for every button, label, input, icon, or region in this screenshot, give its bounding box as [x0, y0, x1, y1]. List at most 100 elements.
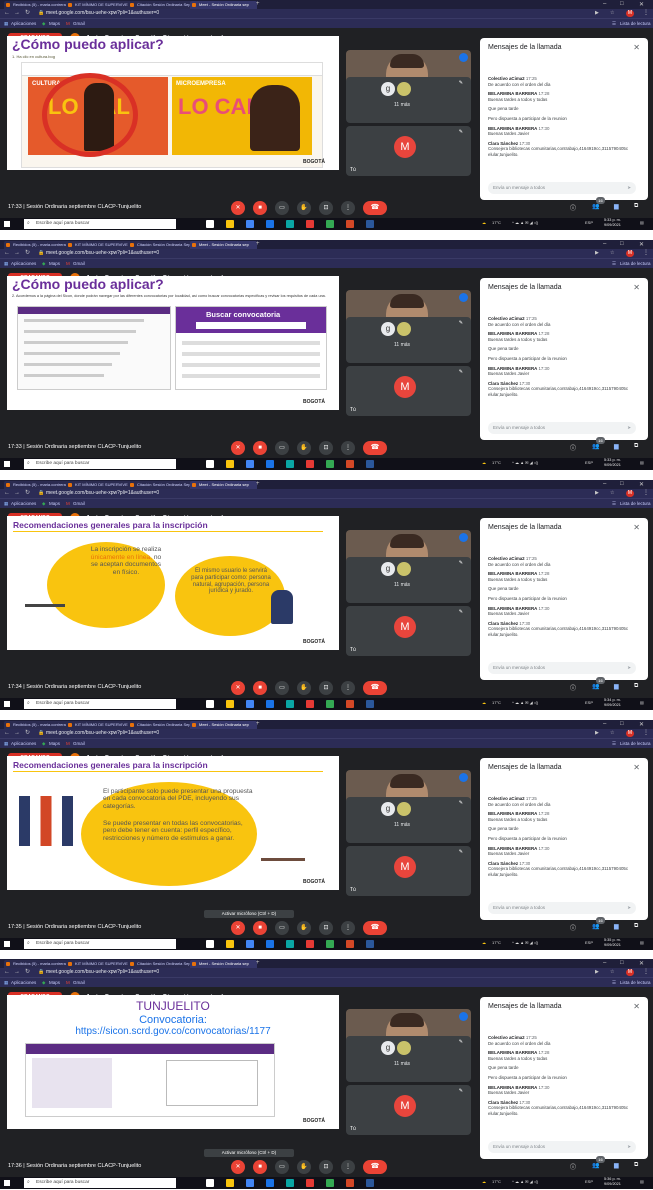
chrome-icon[interactable] — [326, 700, 334, 708]
taskbar-search[interactable]: ⌕ Escribe aquí para buscar — [24, 459, 176, 469]
send-icon[interactable]: ➤ — [627, 422, 631, 434]
mic-off-button[interactable]: ✕ — [231, 921, 245, 935]
more-options-button[interactable]: ⋮ — [341, 1160, 355, 1174]
store-icon[interactable] — [246, 940, 254, 948]
present-button[interactable]: ⊡ — [319, 201, 333, 215]
browser-tab[interactable]: Recibidos (5) - maria.contreras@ — [4, 481, 71, 489]
chat-icon[interactable]: ▆ — [614, 1162, 619, 1169]
powerpoint-icon[interactable] — [346, 940, 354, 948]
people-icon[interactable]: 👥 — [592, 203, 599, 210]
hangup-button[interactable]: ☎ — [363, 1160, 387, 1174]
bookmark-aplicaciones[interactable]: Aplicaciones — [11, 740, 36, 747]
participant-tile-self[interactable]: M Tú ✎ — [346, 846, 471, 896]
chat-icon[interactable]: ▆ — [614, 683, 619, 690]
maps-icon[interactable]: ◆ — [42, 20, 45, 27]
info-icon[interactable]: ⓘ — [570, 203, 576, 212]
bookmark-aplicaciones[interactable]: Aplicaciones — [11, 20, 36, 27]
chat-icon[interactable]: ▆ — [614, 443, 619, 450]
gmail-icon[interactable]: M — [66, 500, 70, 507]
participant-tile-self[interactable]: M Tú ✎ — [346, 606, 471, 656]
maximize-icon[interactable]: □ — [620, 481, 624, 487]
send-icon[interactable]: ➤ — [627, 182, 631, 194]
browser-tab[interactable]: Meet - Sesión Ordinaria sep — [190, 241, 257, 249]
raise-hand-button[interactable]: ✋ — [297, 201, 311, 215]
camera-off-button[interactable]: ■ — [253, 1160, 267, 1174]
notifications-icon[interactable]: ▤ — [640, 940, 644, 945]
browser-tab[interactable]: KIT MÍNIMO DE SUPERVIVENCIA — [66, 721, 133, 729]
camera-off-button[interactable]: ■ — [253, 921, 267, 935]
close-window-icon[interactable]: ✕ — [639, 1, 644, 8]
url-text[interactable]: meet.google.com/bsu-uehe-xpw?pli=1&authu… — [46, 250, 159, 257]
profile-avatar[interactable]: M — [626, 730, 634, 737]
more-options-button[interactable]: ⋮ — [341, 201, 355, 215]
close-chat-icon[interactable]: ✕ — [633, 283, 640, 292]
camera-off-button[interactable]: ■ — [253, 681, 267, 695]
profile-avatar[interactable]: M — [626, 10, 634, 17]
file-explorer-icon[interactable] — [226, 220, 234, 228]
start-icon[interactable] — [4, 1180, 10, 1186]
star-icon[interactable]: ☆ — [610, 729, 614, 738]
new-tab-icon[interactable]: + — [256, 721, 260, 727]
camera-icon[interactable]: ▶ — [595, 249, 599, 258]
activities-icon[interactable]: ⧉ — [634, 923, 638, 930]
info-icon[interactable]: ⓘ — [570, 443, 576, 452]
photos-icon[interactable] — [306, 700, 314, 708]
file-explorer-icon[interactable] — [226, 700, 234, 708]
task-view-icon[interactable] — [206, 460, 214, 468]
browser-tab[interactable]: Citación Sesión Ordinaria Septiem — [128, 721, 195, 729]
store-icon[interactable] — [246, 460, 254, 468]
reading-list-icon[interactable]: ☰ — [612, 740, 616, 747]
url-text[interactable]: meet.google.com/bsu-uehe-xpw?pli=1&authu… — [46, 490, 159, 497]
url-text[interactable]: meet.google.com/bsu-uehe-xpw?pli=1&authu… — [46, 730, 159, 737]
reading-list-link[interactable]: Lista de lectura — [620, 740, 651, 747]
maximize-icon[interactable]: □ — [620, 960, 624, 966]
menu-dots-icon[interactable]: ⋮ — [643, 9, 649, 18]
participant-tile-group[interactable]: g 11 más ✎ — [346, 557, 471, 603]
browser-tab[interactable]: KIT MÍNIMO DE SUPERVIVENCIA — [66, 241, 133, 249]
bookmark-gmail[interactable]: Gmail — [73, 740, 85, 747]
menu-dots-icon[interactable]: ⋮ — [643, 249, 649, 258]
chrome-icon[interactable] — [326, 220, 334, 228]
present-button[interactable]: ⊡ — [319, 681, 333, 695]
notifications-icon[interactable]: ▤ — [640, 460, 644, 465]
reading-list-icon[interactable]: ☰ — [612, 260, 616, 267]
minimize-icon[interactable]: – — [603, 1, 606, 7]
chrome-icon[interactable] — [326, 460, 334, 468]
info-icon[interactable]: ⓘ — [570, 923, 576, 932]
people-icon[interactable]: 👥 — [592, 443, 599, 450]
star-icon[interactable]: ☆ — [610, 249, 614, 258]
participant-tile-self[interactable]: M Tú ✎ — [346, 366, 471, 416]
maps-icon[interactable]: ◆ — [42, 500, 45, 507]
minimize-icon[interactable]: – — [603, 721, 606, 727]
captions-button[interactable]: ▭ — [275, 201, 289, 215]
profile-avatar[interactable]: M — [626, 969, 634, 976]
close-chat-icon[interactable]: ✕ — [633, 1002, 640, 1011]
close-window-icon[interactable]: ✕ — [639, 960, 644, 967]
reload-icon[interactable]: ↻ — [25, 968, 30, 977]
maps-icon[interactable]: ◆ — [42, 260, 45, 267]
task-view-icon[interactable] — [206, 220, 214, 228]
mic-off-button[interactable]: ✕ — [231, 681, 245, 695]
browser-tab[interactable]: Citación Sesión Ordinaria Septiem — [128, 1, 195, 9]
taskbar-search[interactable]: ⌕ Escribe aquí para buscar — [24, 1178, 176, 1188]
raise-hand-button[interactable]: ✋ — [297, 921, 311, 935]
bookmark-aplicaciones[interactable]: Aplicaciones — [11, 500, 36, 507]
captions-button[interactable]: ▭ — [275, 681, 289, 695]
info-icon[interactable]: ⓘ — [570, 683, 576, 692]
star-icon[interactable]: ☆ — [610, 489, 614, 498]
back-icon[interactable]: ← — [4, 489, 10, 498]
browser-tab[interactable]: Recibidos (5) - maria.contreras@ — [4, 1, 71, 9]
close-chat-icon[interactable]: ✕ — [633, 763, 640, 772]
minimize-icon[interactable]: – — [603, 241, 606, 247]
task-view-icon[interactable] — [206, 700, 214, 708]
reload-icon[interactable]: ↻ — [25, 489, 30, 498]
back-icon[interactable]: ← — [4, 968, 10, 977]
raise-hand-button[interactable]: ✋ — [297, 681, 311, 695]
present-button[interactable]: ⊡ — [319, 441, 333, 455]
mic-off-button[interactable]: ✕ — [231, 201, 245, 215]
browser-tab[interactable]: Meet - Sesión Ordinaria sep — [190, 1, 257, 9]
reload-icon[interactable]: ↻ — [25, 729, 30, 738]
browser-tab[interactable]: KIT MÍNIMO DE SUPERVIVENCIA — [66, 481, 133, 489]
close-window-icon[interactable]: ✕ — [639, 241, 644, 248]
bookmark-gmail[interactable]: Gmail — [73, 500, 85, 507]
